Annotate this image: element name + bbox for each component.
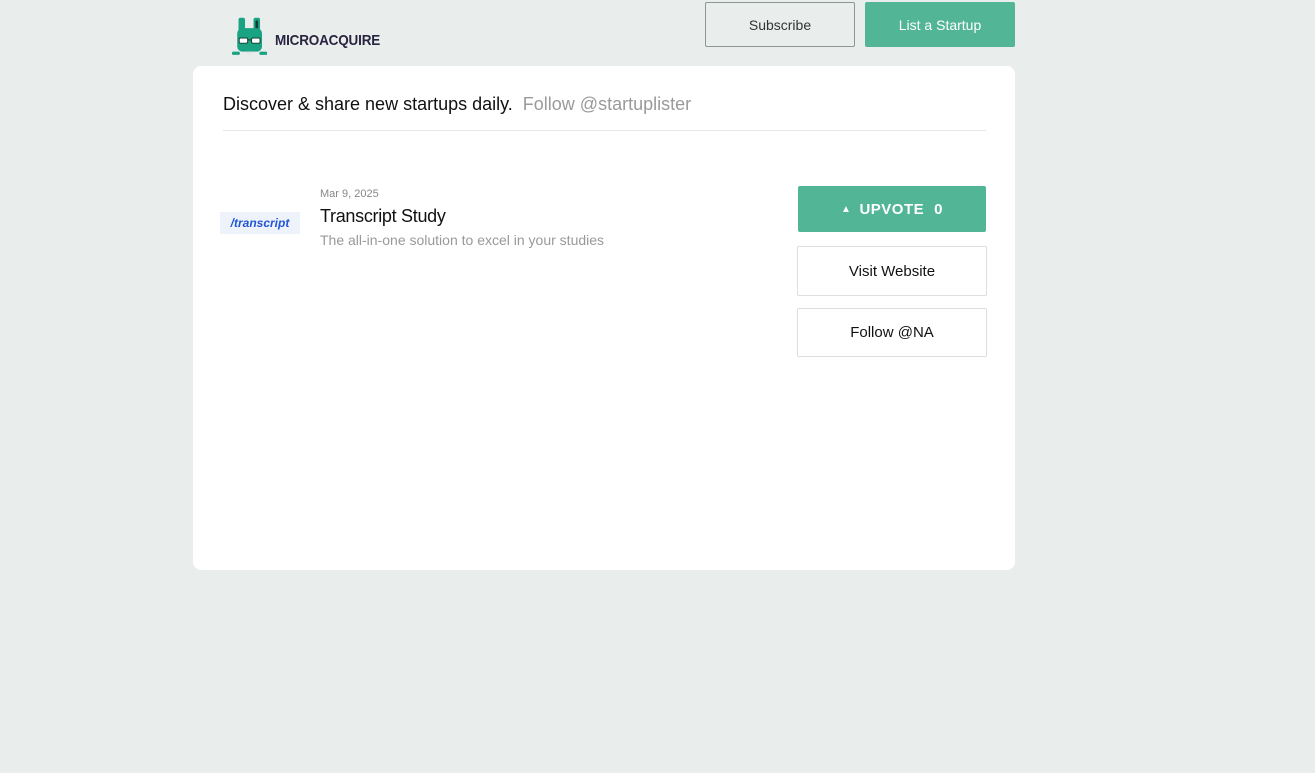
brand-logo[interactable]: MICROACQUIRE — [232, 6, 392, 66]
list-startup-button[interactable]: List a Startup — [865, 2, 1015, 47]
upvote-count: 0 — [934, 200, 943, 218]
tagline: Discover & share new startups daily. — [223, 94, 513, 114]
upvote-label: UPVOTE — [859, 200, 925, 218]
brand-name: MICROACQUIRE — [275, 31, 381, 49]
startup-thumbnail[interactable]: /transcript — [220, 212, 300, 234]
visit-website-button[interactable]: Visit Website — [797, 246, 987, 296]
upvote-button[interactable]: ▲ UPVOTE 0 — [798, 186, 986, 232]
follow-startuplister-link[interactable]: Follow @startuplister — [523, 94, 691, 115]
listing-title[interactable]: Transcript Study — [320, 206, 446, 227]
subscribe-button[interactable]: Subscribe — [705, 2, 855, 47]
listing-date: Mar 9, 2025 — [320, 188, 379, 200]
caret-up-icon: ▲ — [841, 203, 852, 215]
rabbit-mascot-icon — [232, 17, 268, 56]
feed-header: Discover & share new startups daily. Fol… — [223, 94, 986, 131]
top-bar: MICROACQUIRE Subscribe List a Startup — [0, 0, 1315, 66]
feed-card: Discover & share new startups daily. Fol… — [193, 66, 1015, 570]
listing-description: The all-in-one solution to excel in your… — [320, 232, 605, 248]
thumbnail-text: /transcript — [230, 216, 290, 230]
follow-na-button[interactable]: Follow @NA — [797, 308, 987, 357]
